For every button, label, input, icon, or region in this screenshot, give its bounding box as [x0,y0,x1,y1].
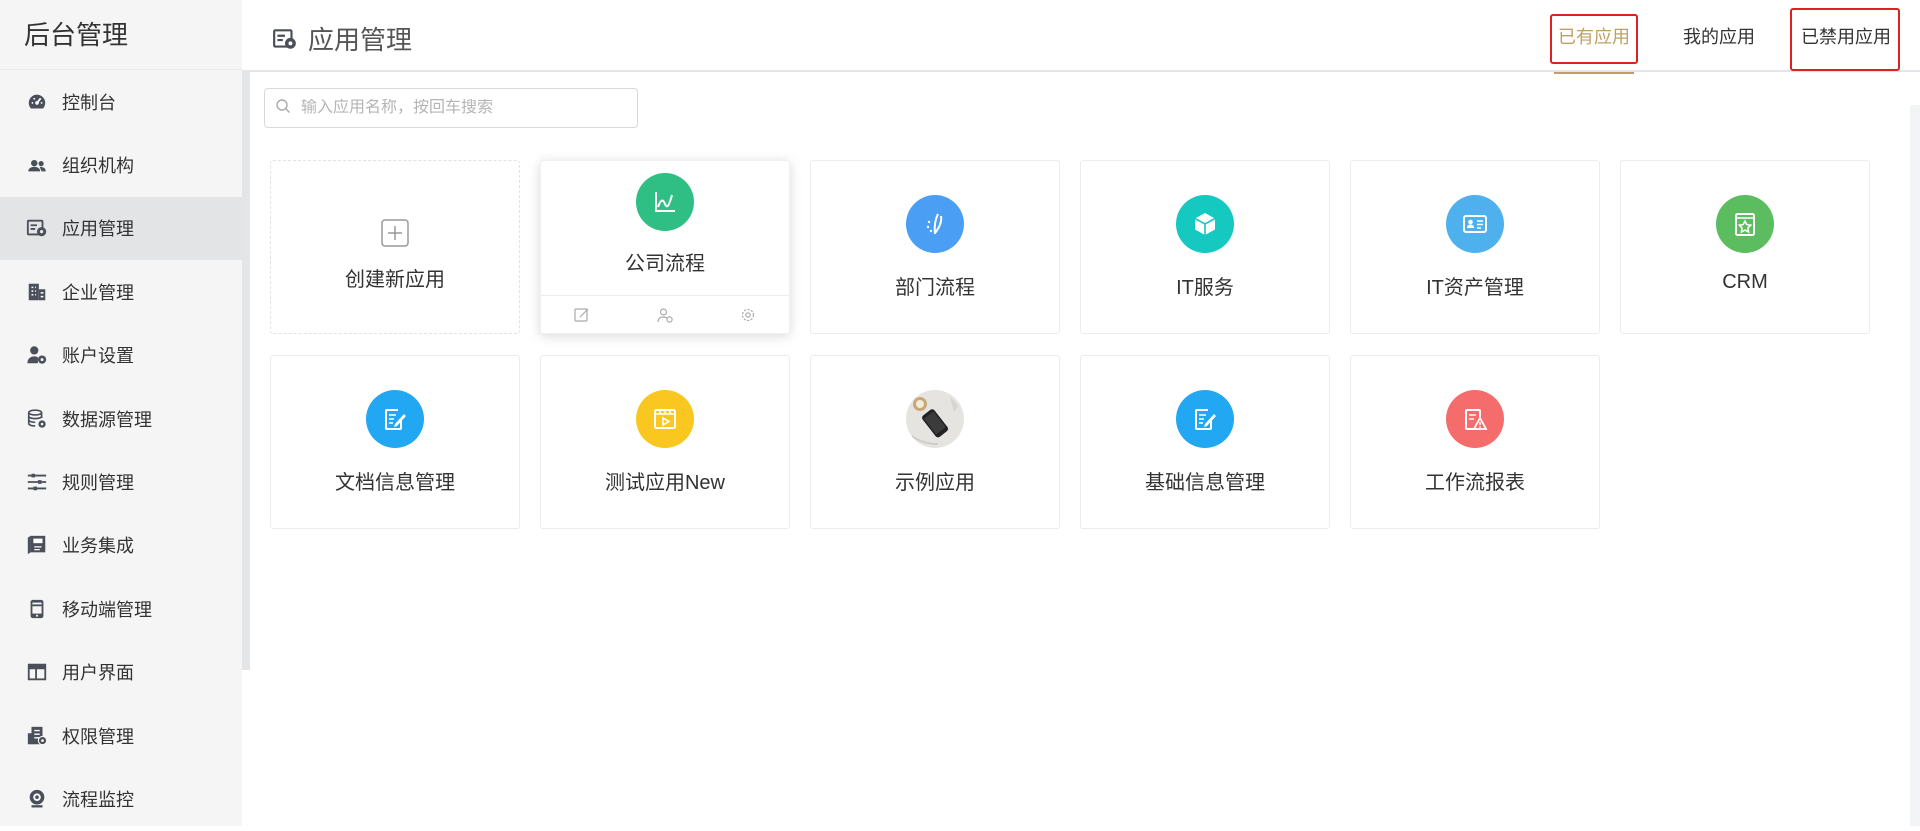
top-bar: 应用管理 已有应用 我的应用 已禁用应用 [250,0,1920,74]
sidebar-scrollbar[interactable] [242,70,250,670]
sidebar-item-app-management[interactable]: 应用管理 [0,196,242,261]
sidebar-item-console[interactable]: 控制台 [0,70,242,133]
sidebar: 后台管理 控制台 组织机构 应用管理 企业管理 账户设置 数据源管理 规则管理 [0,0,242,826]
highlight-box [1790,8,1900,71]
app-card-company-process[interactable]: 公司流程 [540,160,790,334]
card-name: 创建新应用 [345,269,445,291]
main-content: 应用管理 已有应用 我的应用 已禁用应用 创建新应用 公司流程 [250,0,1920,826]
layout-icon [26,661,48,683]
card-name: 部门流程 [895,277,975,299]
tab-existing-apps[interactable]: 已有应用 [1550,0,1638,74]
app-card-basic-info[interactable]: 基础信息管理 [1080,355,1330,529]
main-scrollbar[interactable] [1910,105,1920,826]
highlight-box [1550,14,1638,64]
app-settings-icon [272,26,298,52]
card-actions [541,295,789,333]
dashboard-icon [26,91,48,113]
sidebar-item-mobile[interactable]: 移动端管理 [0,577,242,640]
permission-icon [26,725,48,747]
sidebar-item-integration[interactable]: 业务集成 [0,514,242,577]
mobile-icon [26,598,48,620]
video-icon [636,390,694,448]
sidebar-menu: 控制台 组织机构 应用管理 企业管理 账户设置 数据源管理 规则管理 业务集成 [0,70,242,831]
building-icon [26,281,48,303]
warning-doc-icon [1446,390,1504,448]
sidebar-item-label: 权限管理 [62,726,134,747]
sidebar-item-process-monitor[interactable]: 流程监控 [0,767,242,830]
card-name: IT服务 [1176,277,1234,299]
sidebar-item-permissions[interactable]: 权限管理 [0,704,242,767]
edit-doc-icon [1176,390,1234,448]
plus-icon [381,219,409,247]
app-settings-icon [26,217,48,239]
app-card-workflow-report[interactable]: 工作流报表 [1350,355,1600,529]
sidebar-item-rules[interactable]: 规则管理 [0,450,242,513]
app-card-it-asset[interactable]: IT资产管理 [1350,160,1600,334]
tab-bar: 已有应用 我的应用 已禁用应用 [1550,0,1900,74]
card-name: IT资产管理 [1426,277,1524,299]
id-card-icon [1446,195,1504,253]
user-settings-icon [26,344,48,366]
sliders-icon [26,471,48,493]
sidebar-item-datasource[interactable]: 数据源管理 [0,387,242,450]
card-name: CRM [1722,271,1768,293]
sidebar-item-label: 规则管理 [62,473,134,494]
photo-icon [906,390,964,448]
card-name: 测试应用New [604,472,725,494]
app-card-document-info[interactable]: 文档信息管理 [270,355,520,529]
book-icon [26,534,48,556]
sidebar-item-label: 流程监控 [62,789,134,810]
app-card-test-app-new[interactable]: 测试应用New [540,355,790,529]
gear-icon[interactable] [739,306,757,324]
tab-my-apps[interactable]: 我的应用 [1674,0,1764,72]
card-name: 示例应用 [895,472,975,494]
page-title-text: 应用管理 [308,25,413,55]
flow-icon [906,195,964,253]
sidebar-item-account-settings[interactable]: 账户设置 [0,324,242,387]
app-card-it-service[interactable]: IT服务 [1080,160,1330,334]
card-name: 公司流程 [625,253,705,275]
card-name: 文档信息管理 [335,472,455,494]
search-icon [275,98,301,119]
edit-doc-icon [366,390,424,448]
edit-icon[interactable] [573,306,591,324]
sidebar-item-label: 企业管理 [62,282,134,303]
sidebar-item-label: 控制台 [62,92,116,113]
sidebar-item-label: 业务集成 [62,536,134,557]
database-icon [26,408,48,430]
sidebar-item-label: 数据源管理 [62,409,152,430]
sidebar-item-label: 账户设置 [62,346,134,367]
sidebar-item-label: 移动端管理 [62,599,152,620]
app-card-crm[interactable]: CRM [1620,160,1870,334]
create-app-card[interactable]: 创建新应用 [270,160,520,334]
app-card-department-process[interactable]: 部门流程 [810,160,1060,334]
sidebar-title: 后台管理 [0,0,242,70]
page-title: 应用管理 [272,20,412,57]
tab-disabled-apps[interactable]: 已禁用应用 [1790,0,1900,72]
app-card-sample-app[interactable]: 示例应用 [810,355,1060,529]
monitor-icon [26,788,48,810]
tab-label: 我的应用 [1683,27,1755,47]
users-icon [26,154,48,176]
chart-line-icon [636,173,694,231]
sidebar-item-label: 组织机构 [62,156,134,177]
search-input[interactable] [301,99,621,117]
sidebar-item-label: 应用管理 [62,219,134,240]
sidebar-item-label: 用户界面 [62,663,134,684]
search-box [264,88,638,128]
sidebar-item-organization[interactable]: 组织机构 [0,133,242,196]
sidebar-item-enterprise[interactable]: 企业管理 [0,260,242,323]
card-name: 基础信息管理 [1145,472,1265,494]
card-name: 工作流报表 [1425,472,1525,494]
sidebar-item-ui[interactable]: 用户界面 [0,641,242,704]
star-box-icon [1716,195,1774,253]
cube-icon [1176,195,1234,253]
user-settings-icon[interactable] [656,306,674,324]
